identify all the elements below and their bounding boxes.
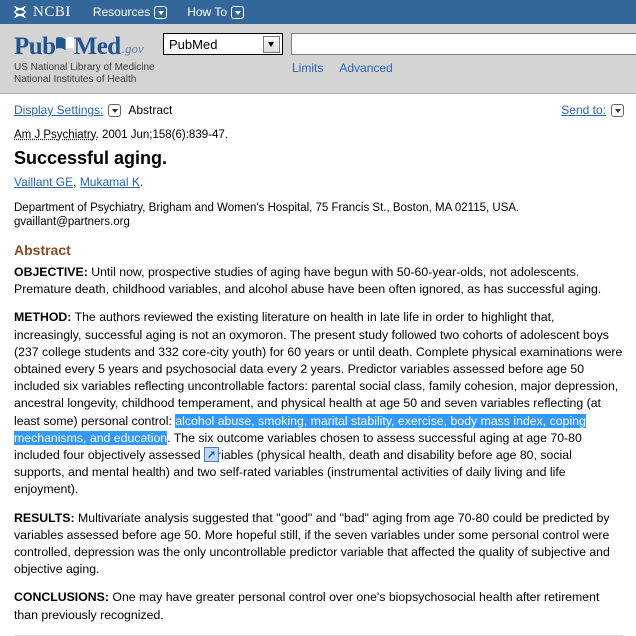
chevron-down-icon[interactable] [154,6,167,19]
abstract-label-conclusions: CONCLUSIONS: [14,590,109,604]
pubmed-logo-part2: Med [74,34,121,59]
display-settings-bar: Display Settings: Abstract Send to: [0,94,636,121]
pubmed-logo[interactable]: Pub Med .gov US National Library of Medi… [14,33,155,86]
menu-item-resources-label: Resources [93,5,150,19]
menu-item-resources[interactable]: Resources [93,5,167,19]
abstract-paragraph-objective: OBJECTIVE: Until now, prospective studie… [14,264,623,298]
citation-line: Am J Psychiatry. 2001 Jun;158(6):839-47. [14,129,623,141]
abstract-text-results: Multivariate analysis suggested that "go… [14,511,610,577]
author-list: Vaillant GE, Mukamal K. [14,175,623,189]
page-title: Successful aging. [14,148,623,169]
display-settings-label[interactable]: Display Settings: [14,103,103,117]
menu-item-how-to-label: How To [187,5,227,19]
ncbi-menu: Resources How To [93,5,244,19]
ncbi-header-bar: NCBI Resources How To [0,0,636,24]
chevron-down-icon[interactable] [263,36,280,53]
ncbi-logo-text: NCBI [33,4,71,21]
menu-item-how-to[interactable]: How To [187,5,244,19]
article-container: Am J Psychiatry. 2001 Jun;158(6):839-47.… [0,121,636,636]
authors-separator: , [73,175,80,189]
send-to-group[interactable]: Send to: [561,103,624,117]
citation-journal-link[interactable]: Am J Psychiatry. [14,129,99,141]
pubmed-logo-part1: Pub [14,34,56,59]
pubmed-tagline: US National Library of Medicine National… [14,62,155,86]
limits-link[interactable]: Limits [292,61,323,75]
database-select-value: PubMed [169,37,217,52]
abstract-text-method-before: The authors reviewed the existing litera… [14,310,622,427]
search-option-links: Limits Advanced [292,61,393,75]
chevron-down-icon[interactable] [231,6,244,19]
advanced-link[interactable]: Advanced [339,61,392,75]
display-settings-value: Abstract [128,103,172,117]
open-book-icon [54,33,76,58]
dna-helix-icon [12,4,28,20]
citation-rest: 2001 Jun;158(6):839-47. [99,129,228,141]
author-link-2[interactable]: Mukamal K [80,175,140,189]
pubmed-tagline-line2: National Institutes of Health [14,74,155,86]
abstract-label-method: METHOD: [14,310,71,324]
author-link-1[interactable]: Vaillant GE [14,175,73,189]
chevron-down-icon[interactable] [108,104,121,117]
search-row: PubMed [163,33,636,55]
affiliation: Department of Psychiatry, Brigham and Wo… [14,201,623,229]
popup-expand-icon[interactable] [204,447,219,462]
abstract-text-objective: Until now, prospective studies of aging … [14,265,601,296]
display-settings-group[interactable]: Display Settings: Abstract [14,103,172,117]
database-select[interactable]: PubMed [163,33,283,55]
send-to-label[interactable]: Send to: [561,103,606,117]
abstract-paragraph-method: METHOD: The authors reviewed the existin… [14,309,623,498]
search-input[interactable] [291,33,636,55]
abstract-heading: Abstract [14,242,623,258]
pubmed-banner: Pub Med .gov US National Library of Medi… [0,24,636,94]
pubmed-tagline-line1: US National Library of Medicine [14,62,155,74]
ncbi-logo[interactable]: NCBI [12,4,71,21]
abstract-paragraph-results: RESULTS: Multivariate analysis suggested… [14,510,623,579]
authors-end: . [140,175,143,189]
abstract-label-objective: OBJECTIVE: [14,265,88,279]
chevron-down-icon[interactable] [611,104,624,117]
pubmed-logo-suffix: .gov [122,41,144,57]
abstract-paragraph-conclusions: CONCLUSIONS: One may have greater person… [14,589,623,623]
abstract-label-results: RESULTS: [14,511,75,525]
